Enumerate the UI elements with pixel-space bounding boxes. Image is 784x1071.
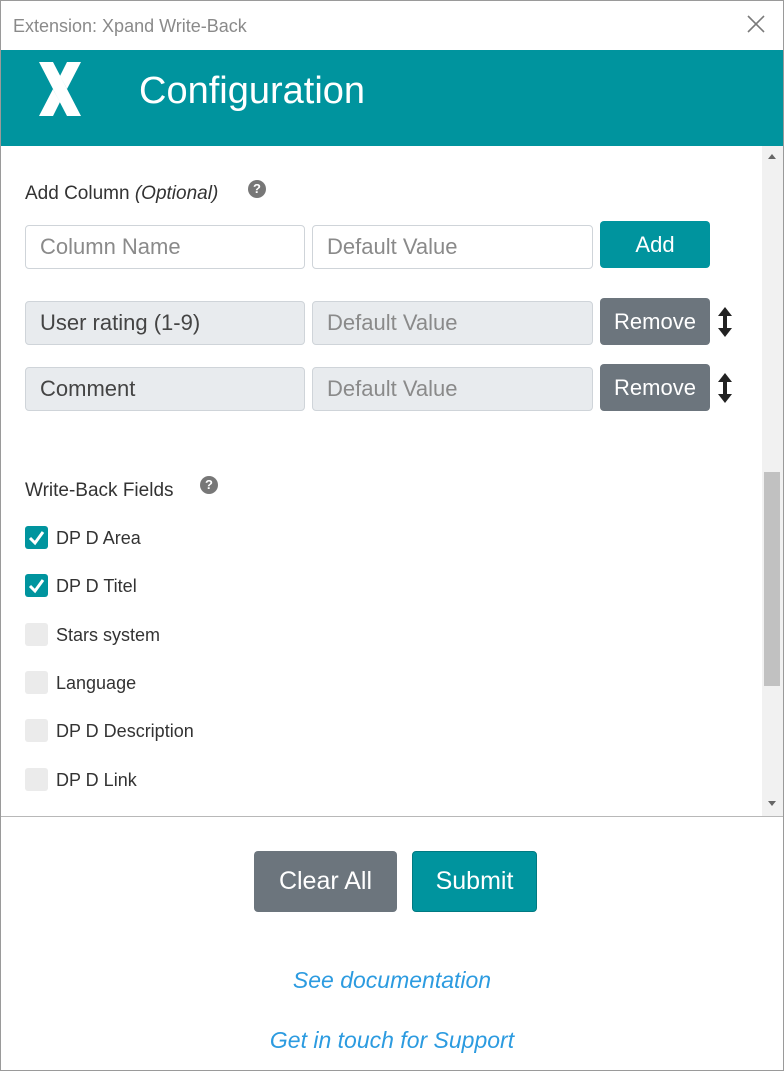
checkbox-label: Stars system <box>56 625 161 645</box>
column-name-field[interactable] <box>25 301 305 345</box>
documentation-link[interactable]: See documentation <box>1 967 783 994</box>
remove-button[interactable]: Remove <box>600 364 710 411</box>
optional-text: (Optional) <box>134 183 219 204</box>
question-icon[interactable]: ? <box>200 476 218 494</box>
config-content: Add Column (Optional) ? Add Remove Remov… <box>1 146 783 816</box>
checkbox-label: DP D Titel <box>56 576 137 596</box>
close-icon[interactable] <box>745 13 767 35</box>
column-default-field[interactable] <box>312 367 593 411</box>
page-title: Configuration <box>139 70 366 112</box>
checkbox[interactable] <box>25 719 48 742</box>
checkbox[interactable] <box>25 526 48 549</box>
checkbox-label: DP D Link <box>56 770 137 790</box>
column-name-field[interactable] <box>25 367 305 411</box>
submit-button[interactable]: Submit <box>412 851 537 912</box>
write-back-fields-label: Write-Back Fields <box>25 480 174 501</box>
question-icon[interactable]: ? <box>248 180 266 198</box>
add-button[interactable]: Add <box>600 221 710 268</box>
extension-dialog: Extension: Xpand Write-Back Configuratio… <box>0 0 784 1071</box>
scrollbar-thumb[interactable] <box>764 472 780 686</box>
checkmark-icon <box>28 579 45 594</box>
drag-handle-icon[interactable] <box>717 373 733 403</box>
window-title: Extension: Xpand Write-Back <box>13 16 247 36</box>
column-name-input[interactable] <box>25 225 305 269</box>
add-column-text: Add Column <box>25 183 130 204</box>
default-value-input[interactable] <box>312 225 593 269</box>
checkbox[interactable] <box>25 623 48 646</box>
checkbox[interactable] <box>25 574 48 597</box>
clear-all-button[interactable]: Clear All <box>254 851 397 912</box>
vertical-scrollbar[interactable] <box>762 146 783 816</box>
add-column-label: Add Column (Optional) <box>25 183 218 205</box>
checkbox-label: Language <box>56 673 137 693</box>
x-logo-icon <box>39 62 81 116</box>
config-header: Configuration <box>1 50 783 146</box>
drag-handle-icon[interactable] <box>717 307 733 337</box>
checkbox-label: DP D Area <box>56 528 141 548</box>
column-default-field[interactable] <box>312 301 593 345</box>
checkbox[interactable] <box>25 768 48 791</box>
checkbox-label: DP D Description <box>56 721 194 741</box>
support-link[interactable]: Get in touch for Support <box>1 1027 783 1054</box>
checkbox[interactable] <box>25 671 48 694</box>
scroll-up-icon[interactable] <box>768 154 776 159</box>
remove-button[interactable]: Remove <box>600 298 710 345</box>
scroll-down-icon[interactable] <box>768 801 776 806</box>
title-bar: Extension: Xpand Write-Back <box>1 1 783 50</box>
dialog-footer: Clear All Submit See documentation Get i… <box>1 816 783 1070</box>
checkmark-icon <box>28 531 45 546</box>
